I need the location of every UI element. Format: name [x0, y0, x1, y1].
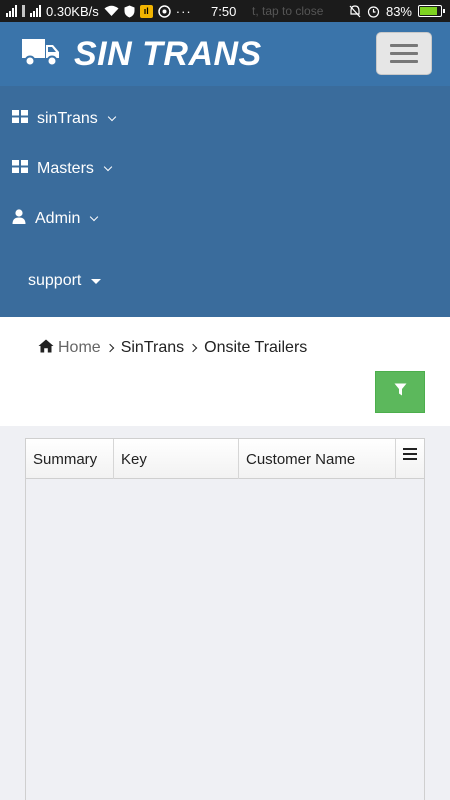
caret-down-icon [91, 278, 102, 284]
breadcrumb-home-link[interactable]: Home [58, 339, 101, 357]
nav-item-support[interactable]: support [28, 269, 102, 293]
grid-header-row: Summary Key Customer Name [26, 439, 424, 479]
shield-icon [124, 4, 135, 18]
truck-icon [22, 37, 60, 72]
signal-icon [6, 5, 17, 17]
column-header-customer-name[interactable]: Customer Name [239, 439, 396, 479]
app-title: SIN TRANS [74, 34, 262, 73]
breadcrumb: Home SinTrans Onsite Trailers [38, 337, 307, 359]
nav-item-masters[interactable]: Masters [12, 157, 113, 181]
muted-bell-icon [349, 4, 361, 18]
hamburger-icon-bar [390, 60, 418, 63]
nav-item-label: Admin [35, 210, 81, 227]
nav-item-sintrans[interactable]: sinTrans [12, 107, 117, 131]
app-logo[interactable]: SIN TRANS [22, 22, 262, 86]
user-icon [12, 209, 26, 229]
app-notification-icon: ıl [139, 4, 153, 18]
battery-level-fill [420, 7, 437, 15]
battery-icon [418, 5, 445, 17]
hamburger-icon-bar [390, 52, 418, 55]
nav-item-label: Masters [37, 160, 94, 177]
notification-ghost-text: t, tap to close [252, 4, 324, 18]
battery-percent: 83% [385, 3, 412, 19]
whatsapp-icon [158, 4, 171, 18]
hamburger-menu-button[interactable] [376, 32, 432, 75]
home-icon [38, 339, 54, 358]
data-grid: Summary Key Customer Name [25, 438, 425, 800]
chevron-right-icon [188, 343, 198, 353]
grid-icon [12, 110, 28, 128]
column-menu-button[interactable] [396, 439, 424, 479]
filter-icon [394, 383, 407, 401]
nav-item-label: support [28, 272, 82, 289]
menu-lines-icon [403, 447, 417, 464]
network-speed: 0.30KB/s [46, 3, 99, 19]
wifi-icon [104, 4, 119, 18]
chevron-down-icon [103, 162, 113, 172]
status-bar: 0.30KB/s ıl ··· 7:50 t, tap to close 83% [0, 0, 450, 22]
status-time: 7:50 [211, 3, 237, 19]
main-nav: sinTrans Masters Admin support [0, 86, 450, 317]
column-header-key[interactable]: Key [114, 439, 239, 479]
filter-button[interactable] [375, 371, 425, 413]
breadcrumb-section-link[interactable]: SinTrans [121, 339, 184, 357]
alarm-icon [367, 4, 380, 18]
grid-icon [12, 160, 28, 178]
nav-item-admin[interactable]: Admin [12, 207, 99, 231]
signal-icon-tertiary [30, 5, 41, 17]
page-toolbar: Home SinTrans Onsite Trailers [0, 317, 450, 426]
grid-body[interactable] [26, 479, 424, 800]
more-notifications-icon: ··· [175, 3, 192, 19]
column-header-summary[interactable]: Summary [26, 439, 114, 479]
status-right: 83% [349, 0, 445, 22]
status-left: 0.30KB/s ıl ··· [6, 0, 192, 22]
chevron-down-icon [107, 112, 117, 122]
hamburger-icon-bar [390, 44, 418, 47]
chevron-down-icon [90, 212, 99, 222]
chevron-right-icon [105, 343, 114, 353]
nav-item-label: sinTrans [37, 110, 98, 127]
signal-icon-secondary [22, 5, 25, 17]
app-header: SIN TRANS [0, 22, 450, 86]
breadcrumb-current: Onsite Trailers [204, 339, 308, 356]
